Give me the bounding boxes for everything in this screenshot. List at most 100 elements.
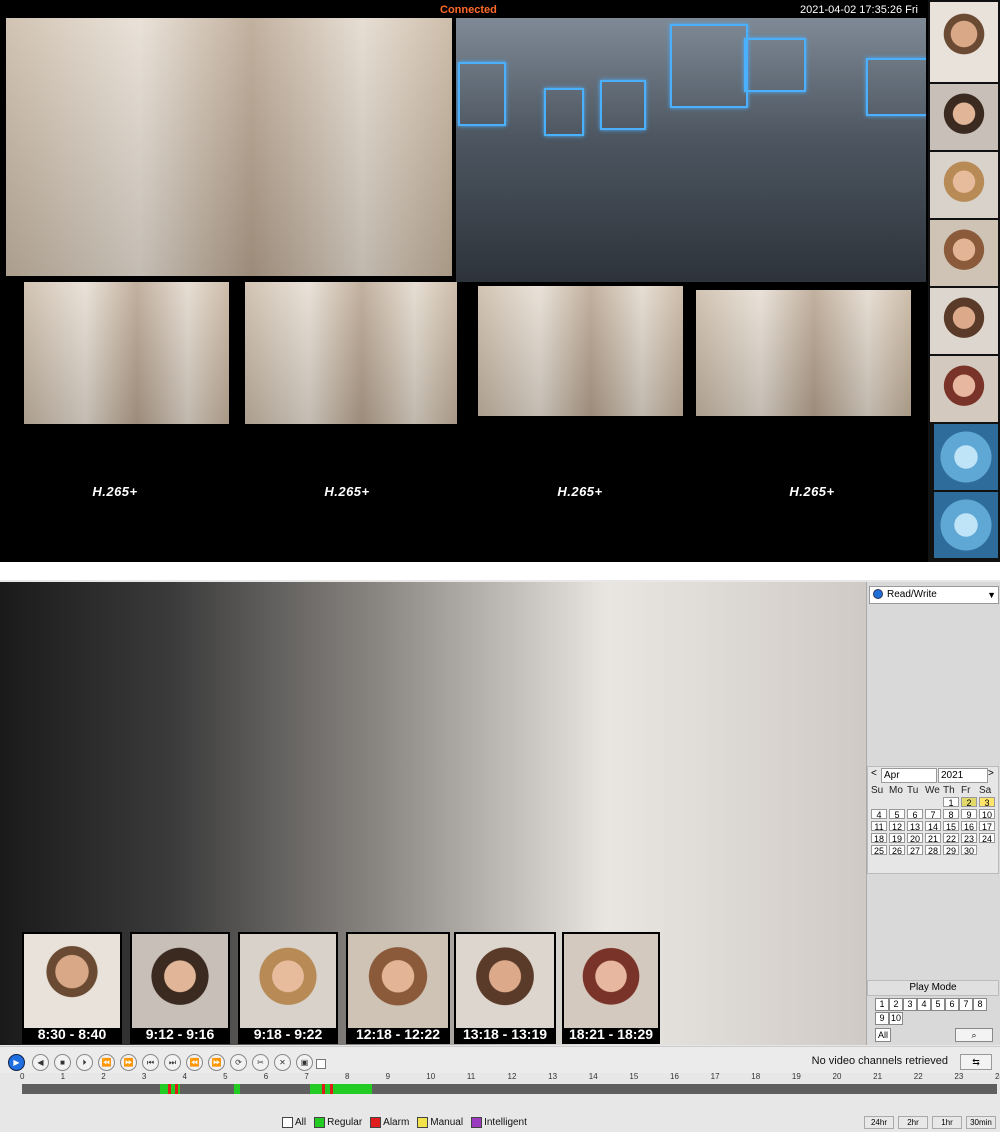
calendar-day[interactable]: 4 [871, 809, 887, 820]
face-snapshot[interactable] [930, 152, 998, 218]
channel-button[interactable]: 7 [959, 998, 973, 1011]
calendar-day[interactable]: 22 [943, 833, 959, 844]
channel-button[interactable]: 2 [889, 998, 903, 1011]
calendar-day[interactable]: 13 [907, 821, 923, 832]
clip-icon[interactable]: ✂ [252, 1054, 269, 1071]
calendar-day[interactable]: 18 [871, 833, 887, 844]
face-thumbnail[interactable]: 18:21 - 18:29 [562, 932, 660, 1044]
face-snapshot[interactable] [930, 288, 998, 354]
legend-checkbox[interactable] [314, 1117, 326, 1128]
legend-item[interactable]: Alarm [370, 1117, 409, 1128]
channel-button[interactable]: 3 [903, 998, 917, 1011]
year-select[interactable]: 2021 [938, 768, 988, 783]
time-range-button[interactable]: 1hr [932, 1116, 962, 1129]
channel-button[interactable]: 1 [875, 998, 889, 1011]
sync-play-checkbox[interactable] [316, 1059, 326, 1069]
next-day-button[interactable]: ⏭ [164, 1054, 181, 1071]
save-icon[interactable]: ▣ [296, 1054, 313, 1071]
calendar-day[interactable]: 20 [907, 833, 923, 844]
skip-forward-button[interactable]: ⏩ [208, 1054, 225, 1071]
time-range-button[interactable]: 2hr [898, 1116, 928, 1129]
channel-button[interactable]: 8 [973, 998, 987, 1011]
legend-checkbox[interactable] [417, 1117, 429, 1128]
calendar-day[interactable]: 24 [979, 833, 995, 844]
legend-item[interactable]: Manual [417, 1117, 463, 1128]
skip-back-button[interactable]: ⏪ [186, 1054, 203, 1071]
sync-icon[interactable]: ⟳ [230, 1054, 247, 1071]
play-button[interactable]: ▶ [8, 1054, 25, 1071]
reverse-play-button[interactable]: ◀ [32, 1054, 49, 1071]
face-thumbnail[interactable]: 12:18 - 12:22 [346, 932, 450, 1044]
previous-day-button[interactable]: ⏮ [142, 1054, 159, 1071]
step-forward-button[interactable]: ⏵ [76, 1054, 93, 1071]
camera-view-shopper-2[interactable] [245, 282, 457, 424]
face-snapshot[interactable] [930, 220, 998, 286]
legend-item[interactable]: All [282, 1117, 306, 1128]
calendar-day[interactable]: 25 [871, 845, 887, 856]
stop-button[interactable]: ■ [54, 1054, 71, 1071]
disk-mode-radio[interactable] [873, 589, 883, 600]
calendar-day[interactable]: 29 [943, 845, 959, 856]
time-range-button[interactable]: 30min [966, 1116, 996, 1129]
calendar-day[interactable]: 10 [979, 809, 995, 820]
chevron-down-icon[interactable]: ▼ [987, 587, 996, 603]
close-icon[interactable]: ✕ [274, 1054, 291, 1071]
prev-month-button[interactable]: < [871, 768, 877, 779]
calendar-day[interactable]: 15 [943, 821, 959, 832]
disk-mode-select[interactable]: Read/Write ▼ [869, 586, 999, 604]
camera-view-face-detection[interactable] [456, 18, 926, 282]
calendar-day[interactable]: 5 [889, 809, 905, 820]
camera-view-shopper-1[interactable] [24, 282, 229, 424]
camera-view-shopper-3[interactable] [478, 286, 683, 416]
face-snapshot[interactable] [930, 84, 998, 150]
camera-view-shopper-4[interactable] [696, 290, 911, 416]
calendar-day[interactable]: 30 [961, 845, 977, 856]
calendar-day[interactable]: 16 [961, 821, 977, 832]
channel-button[interactable]: 5 [931, 998, 945, 1011]
calendar-day[interactable]: 21 [925, 833, 941, 844]
refresh-button[interactable]: ⇆ [960, 1054, 992, 1070]
calendar-day[interactable]: 2 [961, 797, 977, 808]
calendar-day[interactable]: 1 [943, 797, 959, 808]
time-range-button[interactable]: 24hr [864, 1116, 894, 1129]
timeline-hour-label: 6 [263, 1072, 269, 1081]
calendar-day[interactable]: 27 [907, 845, 923, 856]
legend-item[interactable]: Intelligent [471, 1117, 527, 1128]
calendar-day[interactable]: 6 [907, 809, 923, 820]
fast-forward-button[interactable]: ⏩ [120, 1054, 137, 1071]
calendar-day[interactable]: 23 [961, 833, 977, 844]
calendar-day[interactable]: 28 [925, 845, 941, 856]
next-month-button[interactable]: > [988, 768, 994, 779]
calendar-day[interactable]: 8 [943, 809, 959, 820]
calendar-day[interactable]: 19 [889, 833, 905, 844]
playback-video-view[interactable]: 8:30 - 8:40 9:12 - 9:16 9:18 - 9:22 12:1… [0, 582, 866, 1045]
calendar-day[interactable]: 3 [979, 797, 995, 808]
timeline-bar[interactable] [22, 1084, 997, 1094]
calendar-day[interactable]: 12 [889, 821, 905, 832]
camera-view-store-clerk[interactable] [6, 18, 452, 276]
face-snapshot[interactable] [930, 2, 998, 82]
legend-checkbox[interactable] [370, 1117, 382, 1128]
channel-button[interactable]: 6 [945, 998, 959, 1011]
face-thumbnail[interactable]: 8:30 - 8:40 [22, 932, 122, 1044]
channel-all-button[interactable]: All [875, 1028, 891, 1042]
face-thumbnail[interactable]: 9:18 - 9:22 [238, 932, 338, 1044]
calendar-day[interactable]: 9 [961, 809, 977, 820]
calendar-day[interactable]: 14 [925, 821, 941, 832]
legend-checkbox[interactable] [282, 1117, 293, 1128]
channel-button[interactable]: 9 [875, 1012, 889, 1025]
calendar-day[interactable]: 17 [979, 821, 995, 832]
calendar-day[interactable]: 7 [925, 809, 941, 820]
search-button[interactable]: ⌕ [955, 1028, 993, 1042]
face-thumbnail[interactable]: 13:18 - 13:19 [454, 932, 556, 1044]
month-select[interactable]: Apr [881, 768, 937, 783]
legend-item[interactable]: Regular [314, 1117, 362, 1128]
calendar-day[interactable]: 26 [889, 845, 905, 856]
legend-checkbox[interactable] [471, 1117, 483, 1128]
face-snapshot[interactable] [930, 356, 998, 422]
channel-button[interactable]: 10 [889, 1012, 903, 1025]
rewind-button[interactable]: ⏪ [98, 1054, 115, 1071]
calendar-day[interactable]: 11 [871, 821, 887, 832]
face-thumbnail[interactable]: 9:12 - 9:16 [130, 932, 230, 1044]
channel-button[interactable]: 4 [917, 998, 931, 1011]
